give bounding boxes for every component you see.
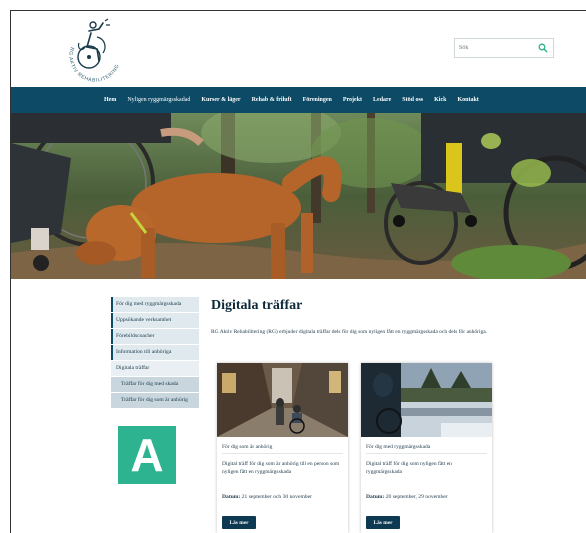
hero-image <box>11 113 586 279</box>
logo-emblem: RG AKTIV REHABILITERING <box>67 18 121 84</box>
sidebar-subitem-traffar-anhorig[interactable]: Träffar för dig som är anhörig <box>111 393 199 409</box>
sidebar-subitem-traffar-skada[interactable]: Träffar för dig med skada <box>111 377 199 393</box>
sidebar-item-forebildscoacher[interactable]: Förebildscoacher <box>111 329 199 345</box>
page-frame: RG AKTIV REHABILITERING Hem Nyligen rygg… <box>10 10 586 533</box>
read-more-button[interactable]: Läs mer <box>366 516 400 529</box>
sidebar-item-digitala-traffar[interactable]: Digitala träffar <box>111 361 199 377</box>
nav-item-nyligen-ryggmargsskadad[interactable]: Nyligen ryggmärgsskadad <box>127 97 190 103</box>
nav-item-kick[interactable]: Kick <box>434 97 446 103</box>
page-title: Digitala träffar <box>211 298 303 313</box>
card-category: För dig med ryggmärgsskada <box>366 444 431 450</box>
nav-item-foreningen[interactable]: Föreningen <box>303 97 332 103</box>
search-icon[interactable] <box>538 43 548 53</box>
card-date: Datum: 21 september och 30 november <box>222 494 347 500</box>
nav-item-hem[interactable]: Hem <box>104 97 116 103</box>
search-input[interactable] <box>455 39 535 57</box>
intro-text: RG Aktiv Rehabilitering (RG) erbjuder di… <box>211 329 488 335</box>
nav-item-ledare[interactable]: Ledare <box>373 97 391 103</box>
nav-item-projekt[interactable]: Projekt <box>343 97 362 103</box>
card-divider <box>222 453 343 454</box>
nav-item-stod-oss[interactable]: Stöd oss <box>402 97 423 103</box>
nav-item-kontakt[interactable]: Kontakt <box>457 97 478 103</box>
svg-text:RG AKTIV REHABILITERING: RG AKTIV REHABILITERING <box>67 46 121 83</box>
sidebar-menu: För dig med ryggmärgsskada Uppsökande ve… <box>111 297 199 409</box>
card-description: Digital träff för dig som nyligen fått e… <box>366 461 452 475</box>
nav-item-rehab-friluft[interactable]: Rehab & friluft <box>252 97 292 103</box>
card-divider <box>366 453 487 454</box>
site-logo[interactable]: RG AKTIV REHABILITERING <box>59 17 129 84</box>
sidebar-item-information-till-anhoriga[interactable]: Information till anhöriga <box>111 345 199 361</box>
search-box[interactable] <box>454 38 554 58</box>
sidebar-item-for-dig-med-ryggmargsskada[interactable]: För dig med ryggmärgsskada <box>111 297 199 313</box>
card-date-value: 21 september och 30 november <box>240 494 312 500</box>
site-header: RG AKTIV REHABILITERING <box>11 11 586 87</box>
event-card: För dig med ryggmärgsskada Digital träff… <box>361 363 492 533</box>
card-date-label: Datum: <box>366 494 385 500</box>
event-card: För dig som är anhörig Digital träff för… <box>217 363 348 533</box>
card-date: Datum: 20 september, 29 november <box>366 494 491 500</box>
card-date-label: Datum: <box>222 494 241 500</box>
card-category: För dig som är anhörig <box>222 444 273 450</box>
card-image-street <box>217 363 348 437</box>
sidebar-item-uppsokande-verksamhet[interactable]: Uppsökande verksamhet <box>111 313 199 329</box>
card-image-lake <box>361 363 492 437</box>
read-more-button[interactable]: Läs mer <box>222 516 256 529</box>
logo-text: RG AKTIV REHABILITERING <box>67 46 120 83</box>
card-date-value: 20 september, 29 november <box>384 494 448 500</box>
accessibility-badge: A <box>118 426 176 484</box>
nav-item-kurser-lager[interactable]: Kurser & läger <box>201 97 240 103</box>
card-description: Digital träff för dig som är anhörig til… <box>222 461 340 475</box>
main-nav: Hem Nyligen ryggmärgsskadad Kurser & läg… <box>11 87 586 113</box>
